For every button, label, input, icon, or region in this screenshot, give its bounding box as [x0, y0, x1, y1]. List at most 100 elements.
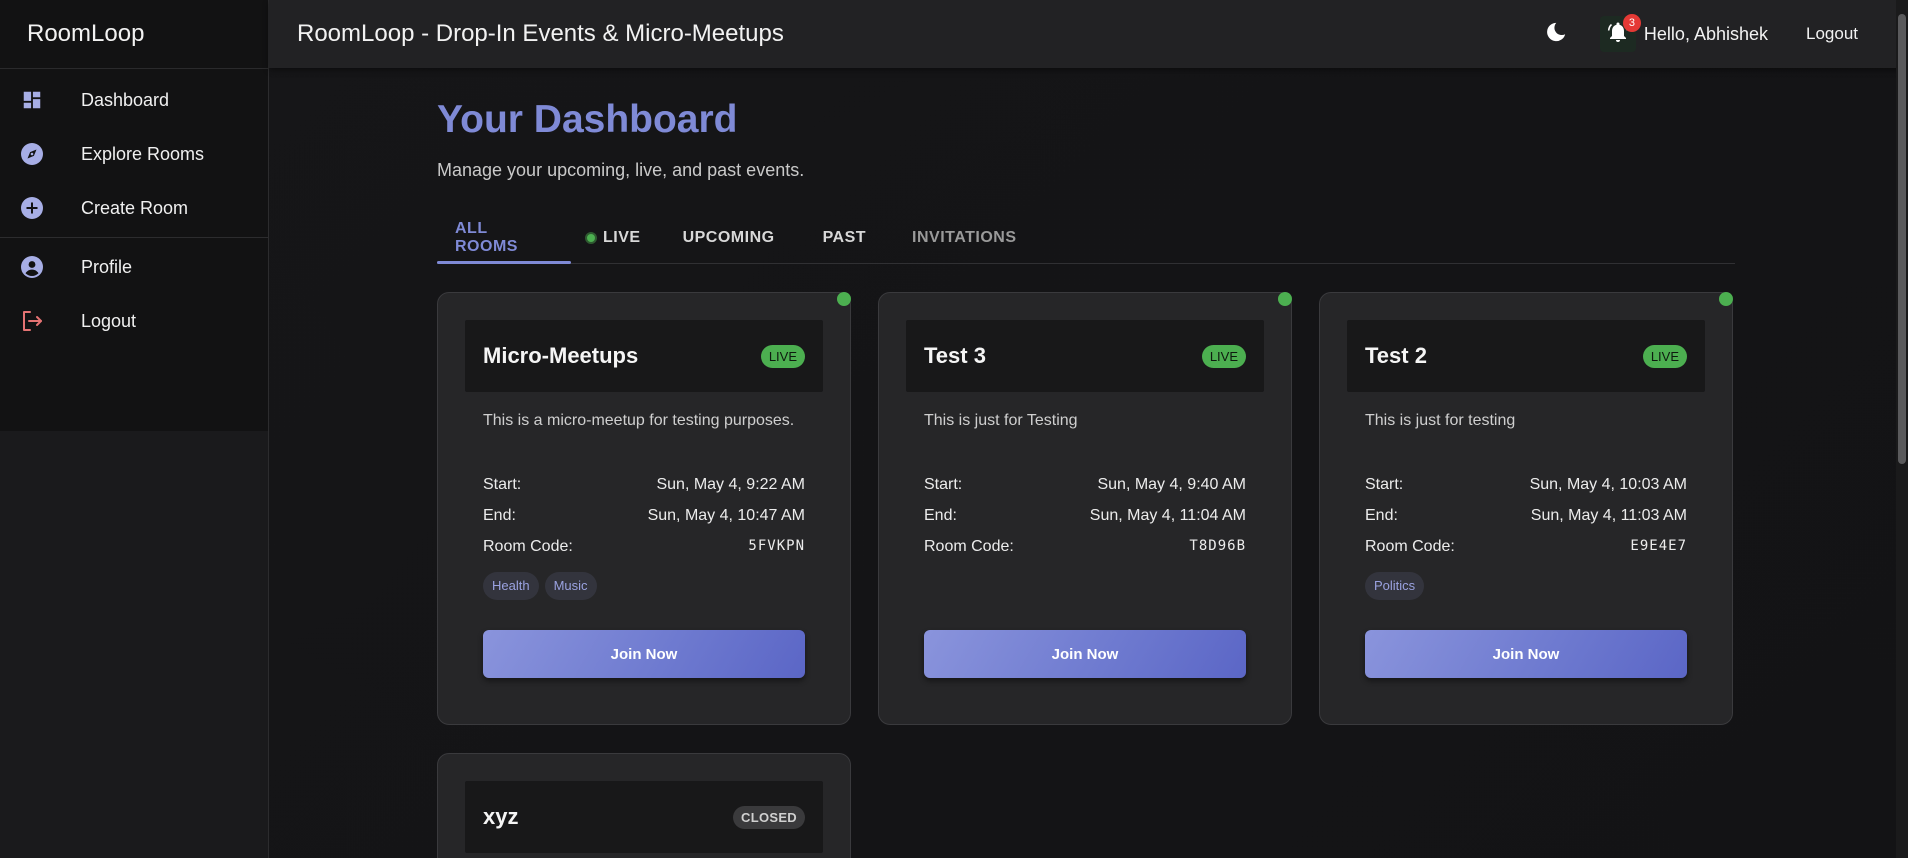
room-card: xyz CLOSED [437, 753, 851, 858]
live-dot-icon [585, 232, 597, 244]
status-badge: CLOSED [733, 805, 805, 829]
notifications-button[interactable]: 3 [1599, 14, 1641, 52]
status-badge: LIVE [1642, 344, 1687, 368]
room-description: This is a micro-meetup for testing purpo… [483, 412, 795, 429]
app-header: RoomLoop - Drop-In Events & Micro-Meetup… [269, 0, 1908, 68]
page-title: Your Dashboard [437, 98, 738, 141]
room-card: Micro-Meetups LIVE This is a micro-meetu… [437, 292, 851, 725]
sidebar-item-label: Create Room [81, 197, 189, 218]
start-value: Sun, May 4, 9:22 AM [656, 476, 805, 493]
logout-icon [20, 309, 44, 333]
room-card-body: This is just for testing Start: Sun, May… [1347, 412, 1705, 678]
room-filter-tabs: ALL ROOMS LIVE UPCOMING PAST INVITATIONS [437, 213, 1735, 264]
start-label: Start: [1365, 476, 1404, 493]
account-circle-icon [20, 255, 44, 279]
room-card-body: This is a micro-meetup for testing purpo… [465, 412, 823, 678]
start-row: Start: Sun, May 4, 9:40 AM [924, 476, 1246, 494]
room-code-row: Room Code: E9E4E7 [1365, 538, 1687, 556]
sidebar-item-label: Dashboard [81, 89, 170, 110]
sidebar-item-explore-rooms[interactable]: Explore Rooms [0, 127, 268, 181]
room-card: Test 3 LIVE This is just for Testing Sta… [878, 292, 1292, 725]
start-row: Start: Sun, May 4, 9:22 AM [483, 476, 805, 494]
room-card: Test 2 LIVE This is just for testing Sta… [1319, 292, 1733, 725]
tab-label: PAST [822, 229, 867, 246]
room-title: Micro-Meetups [483, 343, 639, 368]
tag-list: Health Music [483, 572, 805, 600]
header-actions: 3 Hello, Abhishek Logout [1540, 14, 1858, 52]
room-code-row: Room Code: 5FVKPN [483, 538, 805, 556]
sidebar-item-label: Logout [81, 310, 137, 331]
compass-icon [20, 142, 44, 166]
room-card-header: Test 3 LIVE [906, 320, 1264, 392]
join-now-button[interactable]: Join Now [483, 630, 805, 678]
tab-all-rooms[interactable]: ALL ROOMS [437, 213, 571, 264]
room-code-row: Room Code: T8D96B [924, 538, 1246, 556]
tag-list [924, 572, 1246, 600]
room-description: This is just for testing [1365, 412, 1516, 429]
end-label: End: [1365, 507, 1398, 524]
page-scrollbar[interactable] [1896, 0, 1908, 858]
sidebar-item-label: Profile [81, 256, 133, 277]
tab-invitations[interactable]: INVITATIONS [894, 213, 1034, 263]
tab-label: ALL ROOMS [455, 220, 518, 255]
tag-chip: Politics [1365, 572, 1425, 600]
tag-chip: Health [483, 572, 539, 600]
sidebar-nav: Dashboard Explore Rooms Create Room Prof [0, 69, 268, 348]
room-title: Test 2 [1365, 343, 1427, 368]
dashboard-main: Your Dashboard Manage your upcoming, liv… [437, 68, 1735, 858]
dashboard-icon [20, 88, 44, 112]
tab-label: UPCOMING [682, 229, 775, 246]
join-now-button[interactable]: Join Now [1365, 630, 1687, 678]
moon-icon [1545, 21, 1567, 48]
start-label: Start: [924, 476, 963, 493]
header-logout-button[interactable]: Logout [1806, 24, 1858, 44]
status-badge: LIVE [1201, 344, 1246, 368]
start-value: Sun, May 4, 9:40 AM [1097, 476, 1246, 493]
sidebar-panel: RoomLoop Dashboard Explore Rooms Create … [0, 0, 268, 431]
scrollbar-thumb[interactable] [1898, 14, 1906, 464]
tab-label: INVITATIONS [912, 229, 1017, 246]
sidebar-divider [0, 237, 268, 238]
end-row: End: Sun, May 4, 10:47 AM [483, 507, 805, 525]
brand-logo[interactable]: RoomLoop [0, 0, 268, 69]
sidebar-item-dashboard[interactable]: Dashboard [0, 73, 268, 127]
tab-upcoming[interactable]: UPCOMING [665, 213, 805, 263]
sidebar-item-label: Explore Rooms [81, 143, 205, 164]
end-label: End: [483, 507, 516, 524]
room-card-body: This is just for Testing Start: Sun, May… [906, 412, 1264, 678]
live-indicator-dot [837, 292, 851, 306]
tab-label: LIVE [603, 229, 641, 246]
room-code-label: Room Code: [483, 538, 573, 555]
end-row: End: Sun, May 4, 11:03 AM [1365, 507, 1687, 525]
room-title: Test 3 [924, 343, 986, 368]
live-indicator-dot [1278, 292, 1292, 306]
theme-toggle-button[interactable] [1540, 18, 1572, 50]
end-label: End: [924, 507, 957, 524]
app-title: RoomLoop - Drop-In Events & Micro-Meetup… [297, 20, 784, 47]
status-badge: LIVE [760, 344, 805, 368]
sidebar: RoomLoop Dashboard Explore Rooms Create … [0, 0, 269, 858]
tag-list: Politics [1365, 572, 1687, 600]
join-now-button[interactable]: Join Now [924, 630, 1246, 678]
room-card-header: xyz CLOSED [465, 781, 823, 853]
add-circle-icon [20, 196, 44, 220]
room-code-value: T8D96B [1189, 538, 1246, 554]
sidebar-item-profile[interactable]: Profile [0, 240, 268, 294]
room-card-header: Micro-Meetups LIVE [465, 320, 823, 392]
room-description: This is just for Testing [924, 412, 1078, 429]
end-row: End: Sun, May 4, 11:04 AM [924, 507, 1246, 525]
user-greeting: Hello, Abhishek [1643, 23, 1768, 44]
start-label: Start: [483, 476, 522, 493]
end-value: Sun, May 4, 11:04 AM [1089, 507, 1246, 524]
room-code-label: Room Code: [1365, 538, 1455, 555]
room-card-header: Test 2 LIVE [1347, 320, 1705, 392]
tab-past[interactable]: PAST [805, 213, 894, 263]
start-value: Sun, May 4, 10:03 AM [1529, 476, 1687, 493]
sidebar-item-create-room[interactable]: Create Room [0, 181, 268, 235]
live-indicator-dot [1719, 292, 1733, 306]
tab-live[interactable]: LIVE [571, 213, 665, 263]
room-card-grid: Micro-Meetups LIVE This is a micro-meetu… [437, 292, 1735, 858]
start-row: Start: Sun, May 4, 10:03 AM [1365, 476, 1687, 494]
sidebar-item-logout[interactable]: Logout [0, 294, 268, 348]
room-code-value: E9E4E7 [1630, 538, 1687, 554]
